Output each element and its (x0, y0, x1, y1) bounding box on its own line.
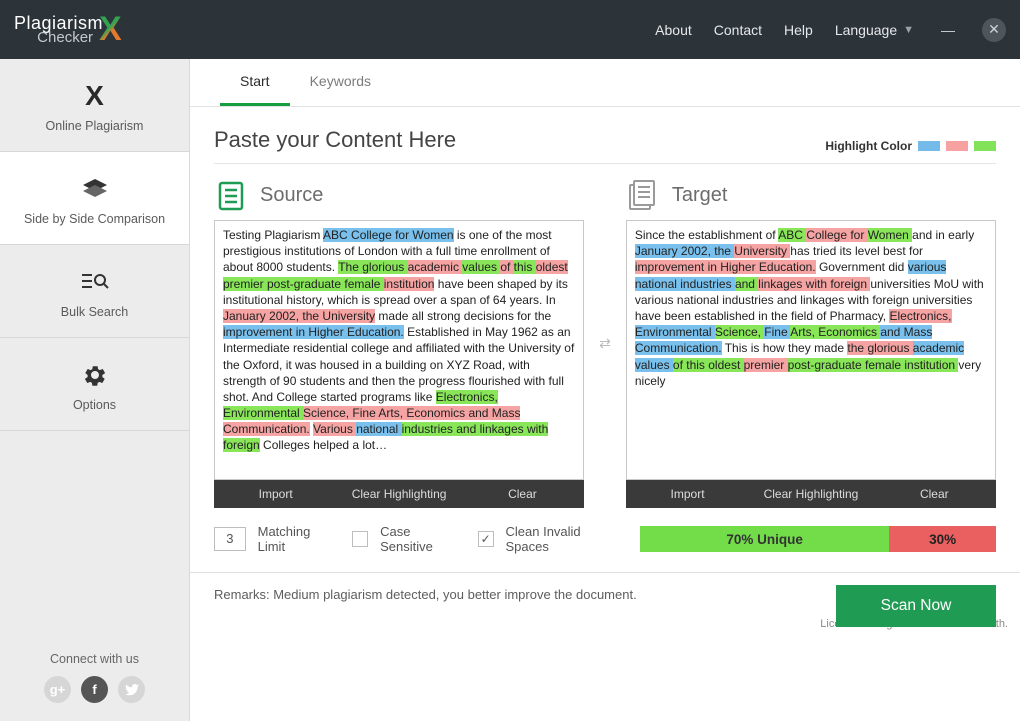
tab-keywords[interactable]: Keywords (290, 59, 391, 106)
duplicate-percent: 30% (889, 526, 996, 552)
swatch-blue (918, 141, 940, 151)
clean-invalid-checkbox[interactable]: ✓ (478, 531, 494, 547)
logo-x-icon: X (99, 10, 122, 49)
scan-now-button[interactable]: Scan Now (836, 585, 996, 627)
source-import-button[interactable]: Import (214, 480, 337, 508)
document-icon (626, 178, 660, 212)
source-clear-button[interactable]: Clear (461, 480, 584, 508)
connect-label: Connect with us (0, 652, 189, 666)
bulk-search-icon (80, 267, 110, 297)
matching-limit-input[interactable]: 3 (214, 527, 246, 551)
source-textarea[interactable]: Testing Plagiarism ABC College for Women… (214, 220, 584, 480)
layers-icon (81, 174, 109, 204)
source-label: Source (260, 184, 323, 207)
target-clear-button[interactable]: Clear (873, 480, 996, 508)
target-textarea[interactable]: Since the establishment of ABC College f… (626, 220, 996, 480)
app-logo: Plagiarism Checker X (14, 10, 122, 49)
swatch-green (974, 141, 996, 151)
sidebar-item-options[interactable]: Options (0, 338, 189, 431)
target-import-button[interactable]: Import (626, 480, 749, 508)
case-sensitive-checkbox[interactable] (352, 531, 368, 547)
menu-language[interactable]: Language ▼ (835, 22, 914, 38)
x-icon: X (85, 81, 104, 111)
connect-block: Connect with us g+ f (0, 638, 189, 721)
menu-about[interactable]: About (655, 22, 692, 38)
target-clear-highlighting-button[interactable]: Clear Highlighting (749, 480, 872, 508)
twitter-icon[interactable] (118, 676, 145, 703)
matching-limit-label: Matching Limit (258, 524, 341, 554)
minimize-button[interactable]: — (936, 18, 960, 42)
tab-start[interactable]: Start (220, 59, 290, 106)
menu-help[interactable]: Help (784, 22, 813, 38)
clean-invalid-label: Clean Invalid Spaces (506, 524, 627, 554)
case-sensitive-label: Case Sensitive (380, 524, 466, 554)
close-button[interactable]: ✕ (982, 18, 1006, 42)
source-clear-highlighting-button[interactable]: Clear Highlighting (337, 480, 460, 508)
menu-contact[interactable]: Contact (714, 22, 762, 38)
target-actionbar: Import Clear Highlighting Clear (626, 480, 996, 508)
sidebar-item-online-plagiarism[interactable]: X Online Plagiarism (0, 59, 189, 152)
top-bar: Plagiarism Checker X About Contact Help … (0, 0, 1020, 59)
sidebar-item-bulk-search[interactable]: Bulk Search (0, 245, 189, 338)
googleplus-icon[interactable]: g+ (44, 676, 71, 703)
tabs: Start Keywords (190, 59, 1020, 107)
sidebar: X Online Plagiarism Side by Side Compari… (0, 59, 190, 721)
source-actionbar: Import Clear Highlighting Clear (214, 480, 584, 508)
source-panel: Source Testing Plagiarism ABC College fo… (214, 178, 584, 508)
page-title: Paste your Content Here (214, 127, 456, 153)
swap-icon[interactable]: ⇄ (598, 335, 612, 352)
content-area: Start Keywords Paste your Content Here H… (190, 59, 1020, 721)
facebook-icon[interactable]: f (81, 676, 108, 703)
result-bar: 70% Unique 30% (640, 526, 996, 552)
swatch-red (946, 141, 968, 151)
sidebar-item-side-by-side[interactable]: Side by Side Comparison (0, 152, 189, 245)
gear-icon (83, 360, 107, 390)
document-check-icon (214, 178, 248, 212)
top-menu: About Contact Help Language ▼ — ✕ (655, 18, 1006, 42)
chevron-down-icon: ▼ (903, 24, 914, 36)
unique-percent: 70% Unique (640, 526, 889, 552)
target-panel: Target Since the establishment of ABC Co… (626, 178, 996, 508)
highlight-color-legend: Highlight Color (825, 139, 996, 153)
target-label: Target (672, 184, 728, 207)
